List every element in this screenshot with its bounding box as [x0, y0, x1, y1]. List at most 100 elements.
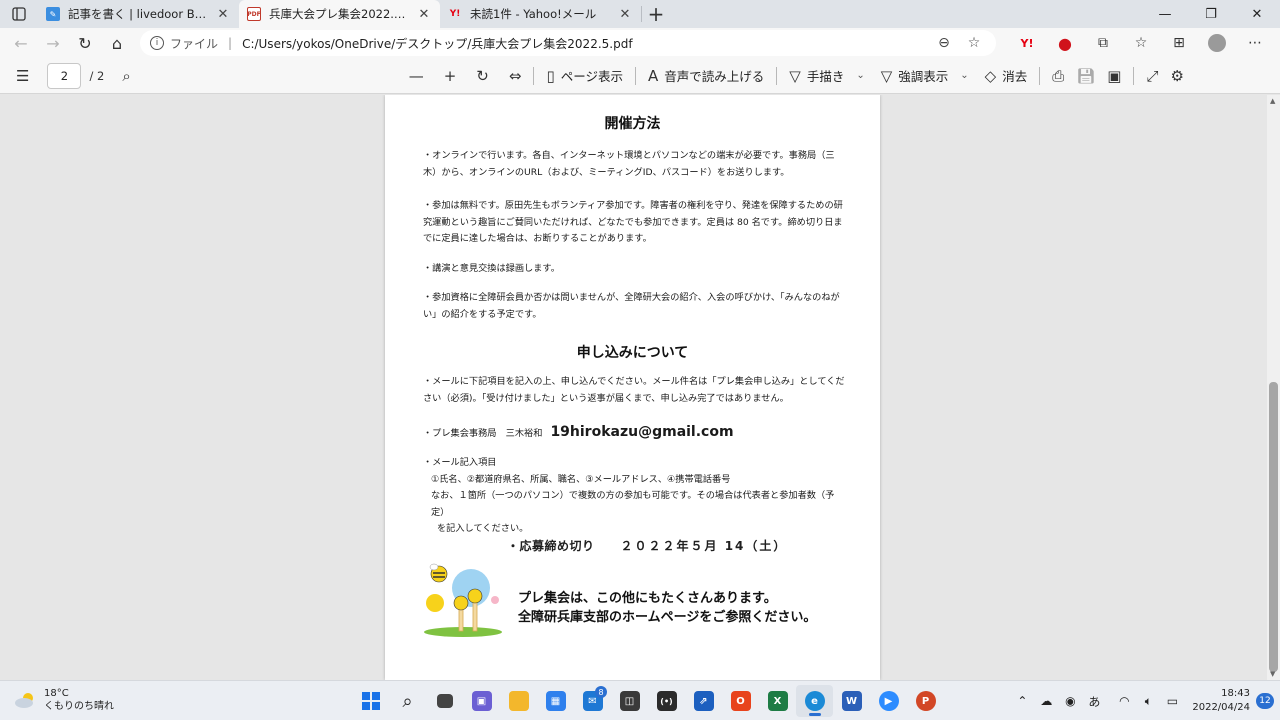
- tab-pdf[interactable]: PDF 兵庫大会プレ集会2022.5.pdf ✕: [239, 0, 440, 28]
- scroll-down-icon[interactable]: ▼: [1270, 670, 1275, 678]
- app-button-3[interactable]: ⇗: [685, 685, 722, 717]
- cloud-sun-icon: [15, 693, 33, 708]
- volume-icon[interactable]: 🔈︎: [1136, 694, 1160, 709]
- pdf-icon: PDF: [247, 7, 261, 21]
- chevron-down-icon[interactable]: ⌄: [960, 70, 968, 81]
- forward-button[interactable]: →: [38, 29, 68, 57]
- page-number-input[interactable]: 2: [47, 62, 82, 89]
- weather-widget[interactable]: 18°C くもりのち晴れ: [14, 687, 114, 713]
- maximize-button[interactable]: ❐: [1188, 0, 1234, 28]
- chevron-up-icon[interactable]: ⌃: [1010, 694, 1034, 708]
- yahoo-extension-icon[interactable]: Y!: [1008, 30, 1046, 56]
- vertical-scrollbar[interactable]: ▲ ▼: [1267, 95, 1280, 680]
- search-button[interactable]: ⌕: [116, 62, 136, 90]
- new-tab-button[interactable]: +: [642, 0, 670, 28]
- zoom-in-button[interactable]: +: [438, 62, 463, 90]
- close-icon[interactable]: ✕: [416, 6, 432, 22]
- refresh-button[interactable]: ↻: [70, 29, 100, 57]
- extensions-icon[interactable]: ⧉: [1084, 30, 1122, 56]
- close-icon[interactable]: ✕: [215, 6, 231, 22]
- deadline-date: ２０２２年５月 14（土）: [620, 539, 788, 553]
- teams-chat-button[interactable]: ▣: [463, 685, 500, 717]
- battery-icon[interactable]: ▭: [1160, 694, 1184, 708]
- office-line: ・プレ集会事務局 三木裕和 19hirokazu@gmail.com: [423, 422, 848, 444]
- office-email: 19hirokazu@gmail.com: [550, 424, 734, 440]
- red-extension-icon[interactable]: ●: [1046, 30, 1084, 56]
- highlight-button[interactable]: ▽ 強調表示 ⌄: [875, 62, 975, 90]
- file-explorer-button[interactable]: [500, 685, 537, 717]
- closing-line-2: 全障研兵庫支部のホームページをご参照ください。: [518, 610, 817, 625]
- start-button[interactable]: [352, 685, 389, 717]
- read-aloud-button[interactable]: A 音声で読み上げる: [642, 62, 770, 90]
- mail-note-1: なお、１箇所（一つのパソコン）で複数の方の参加も可能です。その場合は代表者と参加…: [431, 490, 835, 518]
- app-button-1[interactable]: ◫: [611, 685, 648, 717]
- page-view-button[interactable]: ▯ ページ表示: [540, 62, 629, 90]
- wifi-icon[interactable]: ◠: [1112, 694, 1136, 708]
- settings-button[interactable]: ⚙: [1165, 62, 1190, 90]
- profile-avatar[interactable]: [1198, 30, 1236, 56]
- collections-icon[interactable]: ⊞: [1160, 30, 1198, 56]
- fit-button[interactable]: ⇔: [503, 62, 528, 90]
- store-button[interactable]: ▦: [537, 685, 574, 717]
- powerpoint-button[interactable]: P: [907, 685, 944, 717]
- close-icon[interactable]: ✕: [617, 6, 633, 22]
- deadline: ・応募締め切り ２０２２年５月 14（土）: [507, 537, 787, 554]
- page-total: / 2: [89, 68, 105, 83]
- app-icon: ⇗: [693, 691, 714, 711]
- scrollbar-thumb[interactable]: [1269, 382, 1278, 672]
- contents-button[interactable]: ☰: [10, 62, 35, 90]
- save-button[interactable]: 💾︎: [1070, 62, 1101, 90]
- tab-livedoor[interactable]: ✎ 記事を書く | livedoor Blog ✕: [38, 0, 239, 28]
- rotate-button[interactable]: ↻: [470, 62, 495, 90]
- pdf-viewer[interactable]: 開催方法 ・オンラインで行います。各自、インターネット環境とパソコンなどの端末が…: [0, 95, 1280, 680]
- zoom-button[interactable]: ▶: [870, 685, 907, 717]
- minimize-button[interactable]: —: [1142, 0, 1188, 28]
- heading-method: 開催方法: [604, 116, 661, 132]
- search-taskbar-button[interactable]: ⌕: [389, 685, 426, 717]
- plus-icon: +: [443, 66, 457, 85]
- zoom-icon[interactable]: ⊖: [932, 35, 956, 51]
- excel-button[interactable]: X: [759, 685, 796, 717]
- more-icon[interactable]: ⋯: [1236, 30, 1274, 56]
- mail-button[interactable]: ✉ 8: [574, 685, 611, 717]
- zoom-out-button[interactable]: —: [403, 62, 430, 90]
- favorites-icon[interactable]: ☆: [1122, 30, 1160, 56]
- home-button[interactable]: ⌂: [102, 29, 132, 57]
- favorite-add-icon[interactable]: ☆: [962, 35, 986, 51]
- scroll-up-icon[interactable]: ▲: [1270, 97, 1275, 105]
- paragraph-apply: ・メールに下記項目を記入の上、申し込んでください。メール件名は「プレ集会申し込み…: [423, 376, 845, 404]
- security-icon[interactable]: ◉: [1058, 694, 1082, 708]
- task-view-icon: [436, 694, 453, 708]
- app-button-2[interactable]: (•): [648, 685, 685, 717]
- clock-time: 18:43: [1221, 688, 1250, 699]
- tab-yahoo-mail[interactable]: Y! 未読1件 - Yahoo!メール ✕: [440, 0, 641, 28]
- tab-title: 兵庫大会プレ集会2022.5.pdf: [269, 7, 408, 21]
- save-as-button[interactable]: ▣: [1101, 62, 1127, 90]
- draw-label: 手描き: [806, 69, 845, 84]
- clock[interactable]: 18:43 2022/04/24: [1192, 687, 1250, 715]
- fullscreen-button[interactable]: ⤢: [1140, 62, 1164, 90]
- closing-message: プレ集会は、この他にもたくさんあります。 全障研兵庫支部のホームページをご参照く…: [518, 589, 816, 627]
- url-bar[interactable]: i ファイル | C:/Users/yokos/OneDrive/デスクトップ/…: [140, 30, 996, 56]
- print-button[interactable]: ⎙: [1046, 62, 1070, 90]
- fit-width-icon: ⇔: [508, 66, 522, 85]
- livedoor-icon: ✎: [46, 7, 60, 21]
- chat-icon: ▣: [471, 691, 492, 711]
- draw-button[interactable]: ▽ 手描き ⌄: [783, 62, 870, 90]
- back-button[interactable]: ←: [6, 29, 36, 57]
- edge-button[interactable]: e: [796, 685, 833, 717]
- search-icon: ⌕: [402, 690, 413, 712]
- cloud-icon[interactable]: ☁: [1034, 694, 1058, 708]
- url-text[interactable]: C:/Users/yokos/OneDrive/デスクトップ/兵庫大会プレ集会2…: [242, 35, 926, 52]
- info-icon[interactable]: i: [150, 36, 164, 50]
- office-button[interactable]: O: [722, 685, 759, 717]
- task-view-button[interactable]: [426, 685, 463, 717]
- erase-button[interactable]: ◇ 消去: [979, 62, 1034, 90]
- notification-badge[interactable]: 12: [1256, 693, 1274, 709]
- chevron-down-icon[interactable]: ⌄: [856, 70, 864, 81]
- tab-actions-button[interactable]: [0, 0, 38, 28]
- ime-indicator[interactable]: あ: [1082, 693, 1106, 710]
- store-icon: ▦: [545, 691, 566, 711]
- window-close-button[interactable]: ✕: [1234, 0, 1280, 28]
- word-button[interactable]: W: [833, 685, 870, 717]
